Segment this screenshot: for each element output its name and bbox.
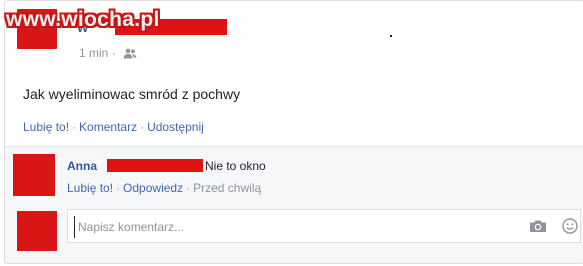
camera-icon[interactable] — [529, 219, 547, 233]
comment-actions-bar: Lubię to! · Odpowiedz · Przed chwilą — [67, 181, 261, 195]
screenshot-frame: W 1 min · Jak wyeliminowac smród z pochw… — [0, 0, 583, 266]
comment-timestamp[interactable]: Przed chwilą — [193, 181, 261, 195]
post-meta-separator: · — [111, 46, 116, 60]
emoji-icon[interactable] — [562, 218, 578, 234]
stray-dot — [390, 35, 392, 37]
current-user-avatar — [17, 211, 57, 251]
comment-composer[interactable] — [67, 209, 581, 243]
comment-author-name[interactable]: Anna — [67, 159, 97, 173]
comment-action-separator: · — [186, 181, 191, 195]
friends-icon[interactable] — [123, 48, 137, 59]
post-text: Jak wyeliminowac smród z pochwy — [23, 86, 241, 102]
like-button[interactable]: Lubię to! — [23, 120, 69, 134]
site-watermark: www.wiocha.pl — [6, 8, 160, 31]
comment-author-redaction — [107, 159, 203, 172]
comments-section: Anna Nie to okno Lubię to! · Odpowiedz · Prz… — [5, 146, 583, 263]
action-separator: · — [140, 120, 145, 134]
comment-action-separator: · — [116, 181, 121, 195]
post-meta: 1 min · — [79, 46, 137, 60]
post-card: W 1 min · Jak wyeliminowac smród z pochw… — [4, 0, 583, 264]
comment-like-button[interactable]: Lubię to! — [67, 181, 113, 195]
share-button[interactable]: Udostępnij — [147, 120, 204, 134]
comment-button[interactable]: Komentarz — [79, 120, 137, 134]
comment-text: Nie to okno — [205, 159, 266, 173]
post-timestamp[interactable]: 1 min — [79, 46, 108, 60]
action-separator: · — [72, 120, 77, 134]
comment-input[interactable] — [74, 216, 520, 238]
post-actions-bar: Lubię to! · Komentarz · Udostępnij — [23, 120, 204, 134]
comment-author-avatar[interactable] — [13, 154, 55, 196]
comment-reply-button[interactable]: Odpowiedz — [123, 181, 183, 195]
